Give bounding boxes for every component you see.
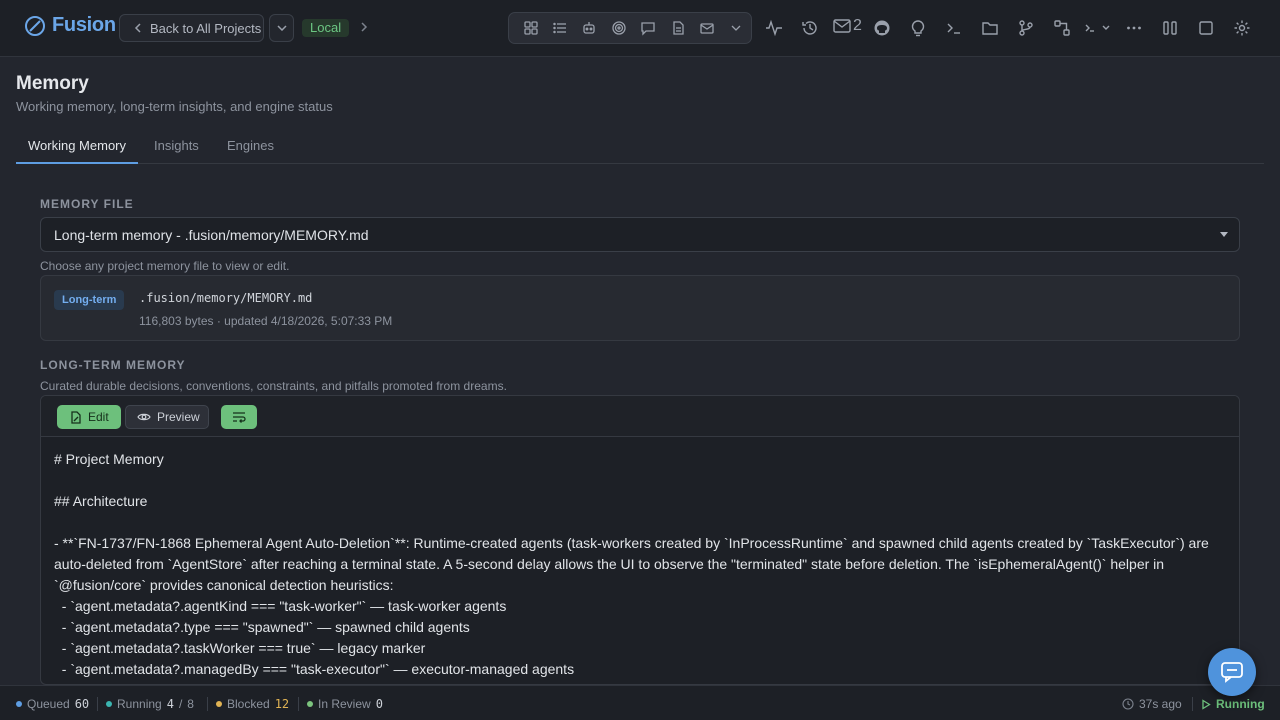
review-count: 0 <box>375 697 383 711</box>
memory-file-label: MEMORY FILE <box>40 197 134 211</box>
engine-status-text: Running <box>1216 697 1265 711</box>
chevron-down-icon <box>276 25 287 31</box>
long-term-memory-label: LONG-TERM MEMORY <box>40 358 186 372</box>
mail-icon <box>833 19 851 33</box>
lightbulb-icon[interactable] <box>907 17 929 39</box>
folder-icon[interactable] <box>979 17 1001 39</box>
back-to-projects-button[interactable]: Back to All Projects <box>119 14 264 42</box>
tab-bar: Working Memory Insights Engines <box>16 132 1264 164</box>
word-wrap-button[interactable] <box>221 405 257 429</box>
preview-button[interactable]: Preview <box>125 405 209 429</box>
top-bar: Fusion Back to All Projects Local 2 <box>0 0 1280 57</box>
github-icon[interactable] <box>871 17 893 39</box>
memory-editor: Edit Preview # Project Memory ## Archite… <box>40 395 1240 685</box>
memory-file-select[interactable]: Long-term memory - .fusion/memory/MEMORY… <box>40 217 1240 252</box>
engine-status[interactable]: Running <box>1201 697 1265 711</box>
view-switcher <box>508 12 752 44</box>
preview-label: Preview <box>157 410 200 424</box>
queued-label: Queued <box>27 697 70 711</box>
wrap-text-icon <box>233 412 246 423</box>
blocked-dot <box>216 701 222 707</box>
blocked-label: Blocked <box>227 697 270 711</box>
project-dropdown-button[interactable] <box>269 14 294 42</box>
git-branch-icon[interactable] <box>1015 17 1037 39</box>
memory-file-path: .fusion/memory/MEMORY.md <box>139 291 313 305</box>
page-subtitle: Working memory, long-term insights, and … <box>16 99 333 114</box>
tab-engines[interactable]: Engines <box>215 132 286 164</box>
page-title: Memory <box>16 73 89 94</box>
terminal-dropdown-icon[interactable] <box>1083 17 1113 39</box>
columns-icon[interactable] <box>1159 17 1181 39</box>
running-count: 4 <box>166 697 174 711</box>
long-term-memory-description: Curated durable decisions, conventions, … <box>40 379 507 393</box>
tab-working-memory[interactable]: Working Memory <box>16 132 139 164</box>
chat-bubble-icon <box>1221 662 1243 683</box>
edit-button[interactable]: Edit <box>57 405 121 429</box>
last-update: 37s ago <box>1122 697 1182 711</box>
document-icon[interactable] <box>663 14 692 42</box>
caret-down-icon <box>1220 232 1228 237</box>
more-icon[interactable] <box>1123 17 1145 39</box>
square-icon[interactable] <box>1195 17 1217 39</box>
in-review-stat[interactable]: In Review 0 <box>307 697 383 711</box>
edit-file-icon <box>71 410 81 424</box>
list-icon[interactable] <box>545 14 574 42</box>
mail-count: 2 <box>853 17 862 34</box>
queued-stat[interactable]: Queued 60 <box>16 697 89 711</box>
status-bar: Queued 60 Running 4 / 8 Blocked 12 In Re… <box>0 685 1280 720</box>
running-separator: / <box>178 697 183 711</box>
memory-file-card: Long-term .fusion/memory/MEMORY.md 116,8… <box>40 275 1240 341</box>
fusion-logo-icon <box>25 15 45 36</box>
chevron-left-icon <box>134 23 141 33</box>
robot-icon[interactable] <box>575 14 604 42</box>
brand[interactable]: Fusion <box>24 14 116 37</box>
memory-file-meta: 116,803 bytes · updated 4/18/2026, 5:07:… <box>139 314 393 328</box>
chevron-right-icon[interactable] <box>360 21 368 33</box>
memory-type-badge: Long-term <box>54 290 125 310</box>
eye-icon <box>137 413 151 421</box>
running-dot <box>106 701 112 707</box>
review-label: In Review <box>318 697 371 711</box>
chat-icon[interactable] <box>634 14 663 42</box>
running-max: 8 <box>187 697 194 711</box>
chat-button[interactable] <box>1208 648 1256 696</box>
back-label: Back to All Projects <box>150 20 262 36</box>
blocked-count: 12 <box>274 697 290 711</box>
edit-label: Edit <box>88 410 109 424</box>
activity-icon[interactable] <box>763 17 785 39</box>
grid-icon[interactable] <box>516 14 545 42</box>
queued-dot <box>16 701 22 707</box>
review-dot <box>307 701 313 707</box>
queued-count: 60 <box>74 697 90 711</box>
history-icon[interactable] <box>799 17 821 39</box>
blocked-stat[interactable]: Blocked 12 <box>216 697 289 711</box>
terminal-icon[interactable] <box>943 17 965 39</box>
editor-toolbar: Edit Preview <box>41 396 1239 437</box>
mail-icon[interactable] <box>692 14 721 42</box>
play-icon <box>1202 698 1211 710</box>
workflow-icon[interactable] <box>1051 17 1073 39</box>
environment-badge[interactable]: Local <box>302 19 350 37</box>
target-icon[interactable] <box>604 14 633 42</box>
chevron-down-icon[interactable] <box>722 14 751 42</box>
running-label: Running <box>117 697 162 711</box>
memory-file-hint: Choose any project memory file to view o… <box>40 259 290 273</box>
running-stat[interactable]: Running 4 / 8 <box>106 697 194 711</box>
mailbox-button[interactable]: 2 <box>833 17 862 35</box>
clock-icon <box>1122 698 1134 710</box>
app-name: Fusion <box>52 14 116 36</box>
memory-content-textarea[interactable]: # Project Memory ## Architecture - **`FN… <box>41 438 1239 684</box>
tab-insights[interactable]: Insights <box>142 132 211 164</box>
memory-file-selected: Long-term memory - .fusion/memory/MEMORY… <box>54 226 369 243</box>
gear-icon[interactable] <box>1231 17 1253 39</box>
last-update-text: 37s ago <box>1139 697 1182 711</box>
